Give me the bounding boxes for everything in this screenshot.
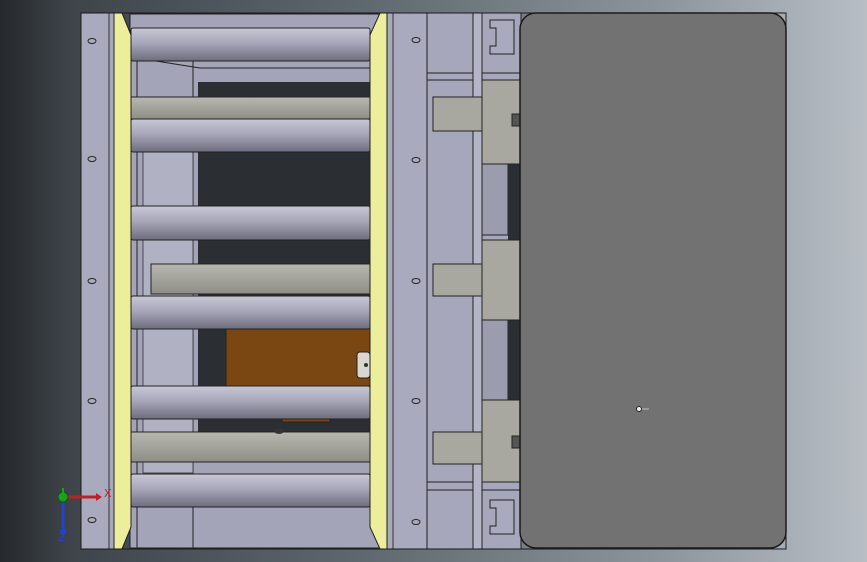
left-liner <box>113 12 132 550</box>
roller-4 <box>130 295 371 330</box>
roller-2 <box>130 118 371 153</box>
roller-6 <box>130 473 371 508</box>
right-liner <box>369 12 388 550</box>
cad-model[interactable] <box>0 0 867 562</box>
roller-1 <box>130 27 371 62</box>
cross-bar-3 <box>130 431 372 463</box>
cross-bar-1 <box>130 96 372 120</box>
cover-plate <box>519 12 787 549</box>
roller-3 <box>130 205 371 241</box>
graphics-viewport[interactable]: X Z <box>0 0 867 562</box>
roller-5 <box>130 385 371 420</box>
cross-bar-2 <box>150 263 372 295</box>
z-axis-label: Z <box>58 531 66 544</box>
guide-block-1 <box>432 96 484 132</box>
x-axis-label: X <box>104 487 112 500</box>
motor-bracket <box>225 327 371 387</box>
